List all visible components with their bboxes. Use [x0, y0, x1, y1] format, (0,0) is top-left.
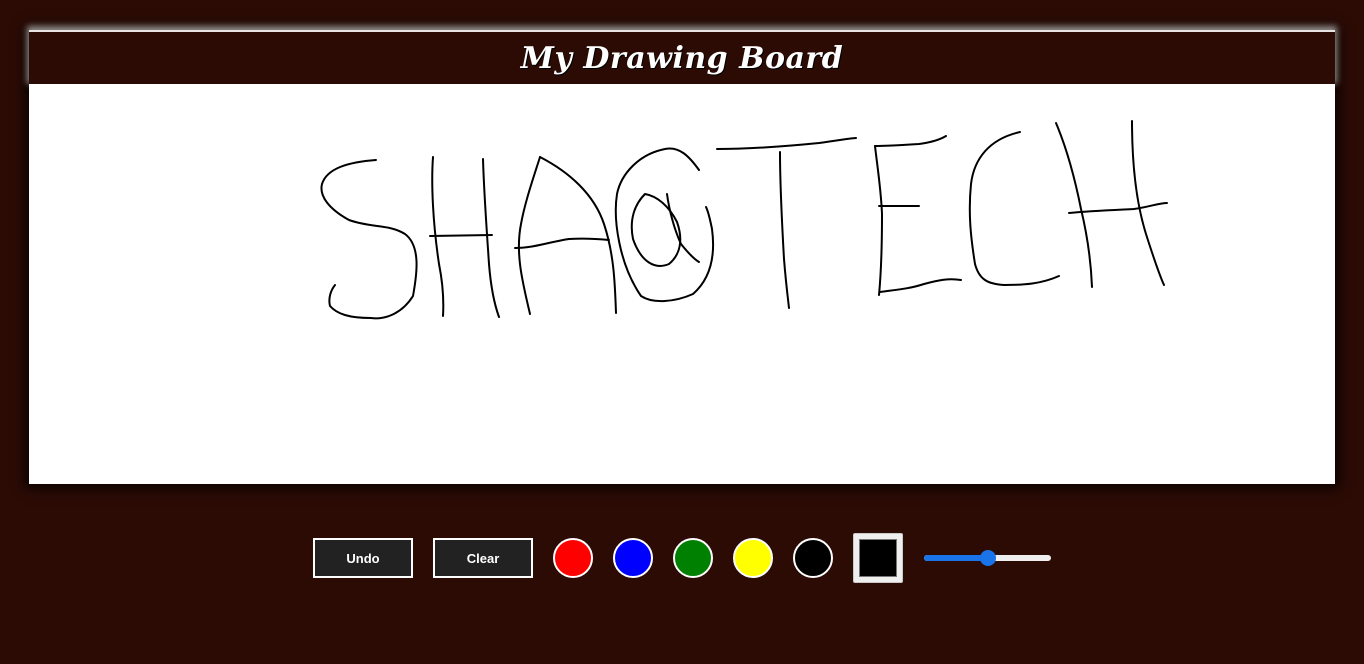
stroke-h1-right	[482, 158, 500, 318]
stroke-o-inner	[630, 193, 682, 267]
clear-button[interactable]: Clear	[433, 538, 533, 578]
stroke-o-tail	[666, 193, 700, 263]
color-picker[interactable]	[853, 533, 903, 583]
brush-size-slider[interactable]	[924, 550, 1051, 566]
color-swatch-blue[interactable]	[613, 538, 653, 578]
toolbar: Undo Clear	[0, 533, 1364, 583]
stroke-a-left	[517, 156, 541, 315]
stroke-s	[320, 159, 418, 320]
stroke-t-top	[716, 137, 857, 150]
stroke-h1-bar	[429, 234, 493, 237]
color-swatch-yellow[interactable]	[733, 538, 773, 578]
stroke-h2-left	[1055, 122, 1093, 288]
drawing-board: My Drawing Board	[29, 30, 1335, 484]
stroke-e-top	[874, 135, 947, 147]
slider-thumb[interactable]	[979, 550, 996, 566]
stroke-h2-bar	[1068, 202, 1168, 214]
stroke-a-right	[539, 156, 617, 314]
undo-button[interactable]: Undo	[313, 538, 413, 578]
stroke-a-bar	[514, 237, 610, 249]
stroke-c	[968, 131, 1060, 286]
drawing-strokes	[320, 120, 1168, 320]
color-swatch-green[interactable]	[673, 538, 713, 578]
stroke-t-stem	[779, 151, 790, 309]
color-swatch-black[interactable]	[793, 538, 833, 578]
stroke-e-stem	[874, 145, 883, 296]
color-picker-value	[859, 539, 897, 577]
slider-fill	[924, 555, 988, 561]
stroke-o-outer	[614, 147, 715, 302]
title-bar: My Drawing Board	[29, 30, 1335, 84]
app-title: My Drawing Board	[520, 40, 844, 76]
drawing-canvas[interactable]	[29, 84, 1335, 484]
stroke-e-bottom	[879, 278, 962, 293]
color-swatch-red[interactable]	[553, 538, 593, 578]
